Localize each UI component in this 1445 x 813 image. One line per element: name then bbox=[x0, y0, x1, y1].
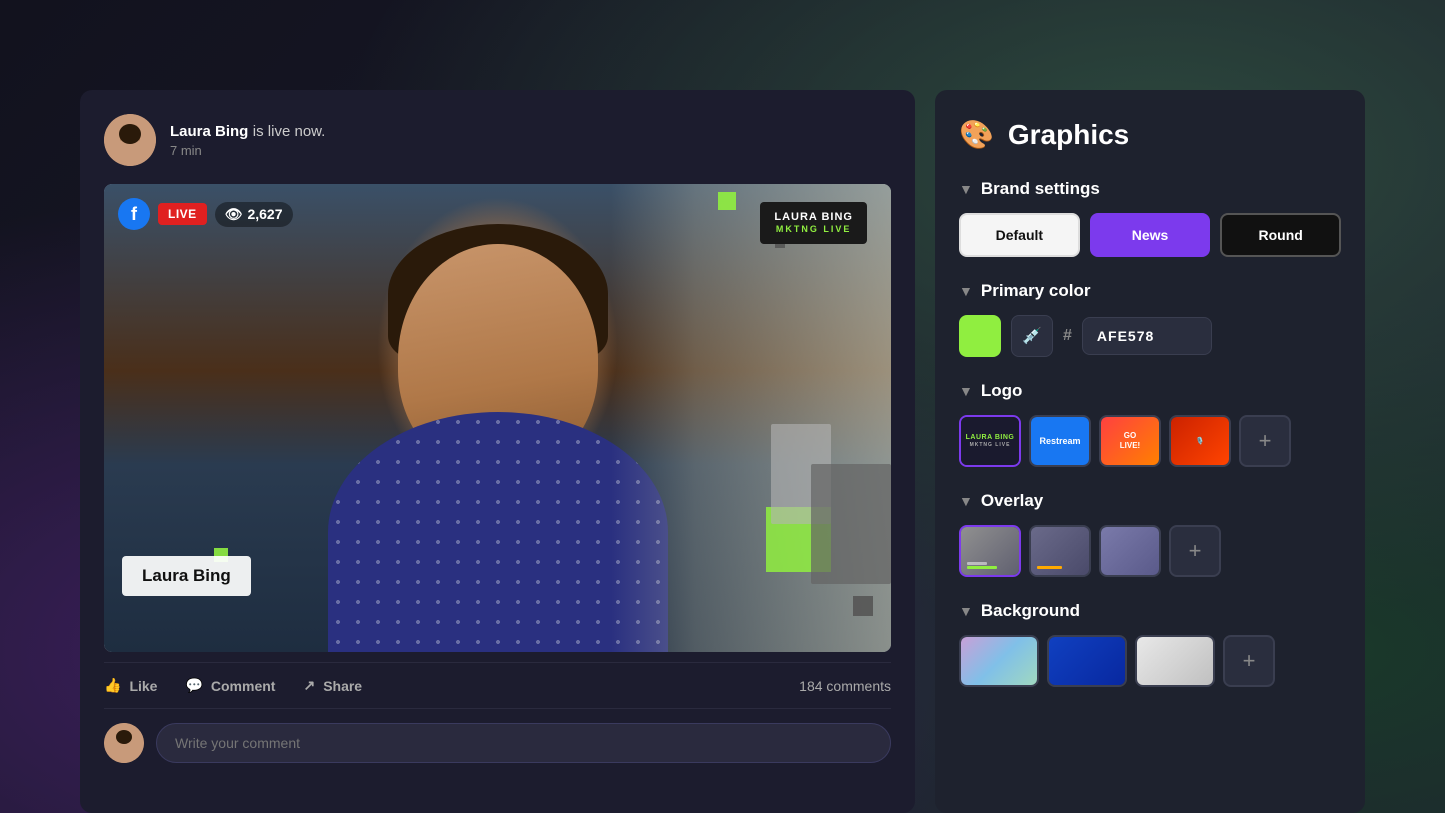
video-container: f LIVE 👁 2,627 LAURA BING MKTNG LIVE Lau… bbox=[104, 184, 891, 652]
eye-icon: 👁 bbox=[225, 206, 243, 223]
comment-input[interactable] bbox=[156, 723, 891, 763]
logo-title: Logo bbox=[981, 381, 1023, 401]
hash-symbol: # bbox=[1063, 327, 1072, 345]
overlay-thumb-3 bbox=[1101, 527, 1159, 575]
logo-header[interactable]: ▼ Logo bbox=[959, 381, 1341, 401]
fb-time: 7 min bbox=[170, 143, 891, 158]
lower-third: Laura Bing bbox=[122, 556, 251, 596]
fb-header: Laura Bing is live now. 7 min bbox=[104, 114, 891, 166]
brand-buttons: Default News Round bbox=[959, 213, 1341, 257]
primary-color-title: Primary color bbox=[981, 281, 1091, 301]
comment-button[interactable]: 💬 Comment bbox=[185, 677, 275, 694]
logo-grid: LAURA BING MKTNG LIVE Restream GOLIVE! bbox=[959, 415, 1341, 467]
panel-title: 🎨 Graphics bbox=[959, 118, 1341, 151]
chevron-down-icon-4: ▼ bbox=[959, 493, 973, 509]
name-watermark: LAURA BING MKTNG LIVE bbox=[760, 202, 867, 244]
thumbs-up-icon: 👍 bbox=[104, 677, 121, 694]
share-button[interactable]: ↗ Share bbox=[303, 677, 362, 694]
main-layout: Laura Bing is live now. 7 min bbox=[0, 0, 1445, 813]
overlay-section: ▼ Overlay bbox=[959, 491, 1341, 577]
chevron-down-icon: ▼ bbox=[959, 181, 973, 197]
panel-title-text: Graphics bbox=[1008, 119, 1129, 151]
chevron-down-icon-3: ▼ bbox=[959, 383, 973, 399]
logo-item-3[interactable]: GOLIVE! bbox=[1099, 415, 1161, 467]
bg-thumb-3 bbox=[1137, 637, 1213, 685]
view-count: 👁 2,627 bbox=[215, 202, 293, 227]
comment-icon: 💬 bbox=[185, 677, 202, 694]
color-hex-input[interactable] bbox=[1082, 317, 1212, 355]
background-grid: + bbox=[959, 635, 1341, 687]
live-badge: LIVE bbox=[158, 203, 207, 225]
facebook-icon: f bbox=[118, 198, 150, 230]
background-item-3[interactable] bbox=[1135, 635, 1215, 687]
like-button[interactable]: 👍 Like bbox=[104, 677, 157, 694]
fb-user-info: Laura Bing is live now. 7 min bbox=[170, 123, 891, 158]
overlay-grid: + bbox=[959, 525, 1341, 577]
accent-square-1 bbox=[718, 192, 736, 210]
like-label: Like bbox=[129, 678, 157, 694]
bg-thumb-1 bbox=[961, 637, 1037, 685]
brand-news-button[interactable]: News bbox=[1090, 213, 1211, 257]
fb-username: Laura Bing is live now. bbox=[170, 123, 891, 141]
plus-icon: + bbox=[1259, 428, 1272, 454]
color-swatch[interactable] bbox=[959, 315, 1001, 357]
eyedropper-icon: 💉 bbox=[1022, 326, 1042, 346]
overlay-item-1[interactable] bbox=[959, 525, 1021, 577]
brand-round-button[interactable]: Round bbox=[1220, 213, 1341, 257]
bg-thumb-2 bbox=[1049, 637, 1125, 685]
comment-area bbox=[104, 723, 891, 763]
background-title: Background bbox=[981, 601, 1080, 621]
overlay-thumb-1 bbox=[961, 527, 1019, 575]
actions-bar: 👍 Like 💬 Comment ↗ Share 184 comments bbox=[104, 662, 891, 709]
background-item-1[interactable] bbox=[959, 635, 1039, 687]
avatar bbox=[104, 114, 156, 166]
plus-icon-bg: + bbox=[1243, 648, 1256, 674]
live-bar: f LIVE 👁 2,627 bbox=[118, 198, 293, 230]
accent-square-5 bbox=[853, 596, 873, 616]
overlay-header[interactable]: ▼ Overlay bbox=[959, 491, 1341, 511]
gray-overlay-rect2 bbox=[811, 464, 891, 584]
chevron-down-icon-2: ▼ bbox=[959, 283, 973, 299]
add-background-button[interactable]: + bbox=[1223, 635, 1275, 687]
logo-section: ▼ Logo LAURA BING MKTNG LIVE Restream bbox=[959, 381, 1341, 467]
palette-icon: 🎨 bbox=[959, 118, 994, 151]
primary-color-section: ▼ Primary color 💉 # bbox=[959, 281, 1341, 357]
chevron-down-icon-5: ▼ bbox=[959, 603, 973, 619]
overlay-title: Overlay bbox=[981, 491, 1043, 511]
background-header[interactable]: ▼ Background bbox=[959, 601, 1341, 621]
overlay-thumb-2 bbox=[1031, 527, 1089, 575]
brand-settings-title: Brand settings bbox=[981, 179, 1100, 199]
background-item-2[interactable] bbox=[1047, 635, 1127, 687]
overlay-item-3[interactable] bbox=[1099, 525, 1161, 577]
comments-count: 184 comments bbox=[799, 678, 891, 694]
comment-label: Comment bbox=[211, 678, 276, 694]
fb-post-panel: Laura Bing is live now. 7 min bbox=[80, 90, 915, 813]
logo-item-2[interactable]: Restream bbox=[1029, 415, 1091, 467]
brand-settings-section: ▼ Brand settings Default News Round bbox=[959, 179, 1341, 257]
brand-default-button[interactable]: Default bbox=[959, 213, 1080, 257]
eyedropper-button[interactable]: 💉 bbox=[1011, 315, 1053, 357]
share-label: Share bbox=[323, 678, 362, 694]
logo-item-4[interactable]: 🎙️ bbox=[1169, 415, 1231, 467]
logo-item-1[interactable]: LAURA BING MKTNG LIVE bbox=[959, 415, 1021, 467]
background-section: ▼ Background + bbox=[959, 601, 1341, 687]
plus-icon-overlay: + bbox=[1189, 538, 1202, 564]
graphics-panel: 🎨 Graphics ▼ Brand settings Default News… bbox=[935, 90, 1365, 813]
add-logo-button[interactable]: + bbox=[1239, 415, 1291, 467]
add-overlay-button[interactable]: + bbox=[1169, 525, 1221, 577]
overlay-item-2[interactable] bbox=[1029, 525, 1091, 577]
color-row: 💉 # bbox=[959, 315, 1341, 357]
share-icon: ↗ bbox=[303, 677, 315, 694]
view-count-text: 2,627 bbox=[247, 206, 282, 222]
brand-settings-header[interactable]: ▼ Brand settings bbox=[959, 179, 1341, 199]
primary-color-header[interactable]: ▼ Primary color bbox=[959, 281, 1341, 301]
commenter-avatar bbox=[104, 723, 144, 763]
